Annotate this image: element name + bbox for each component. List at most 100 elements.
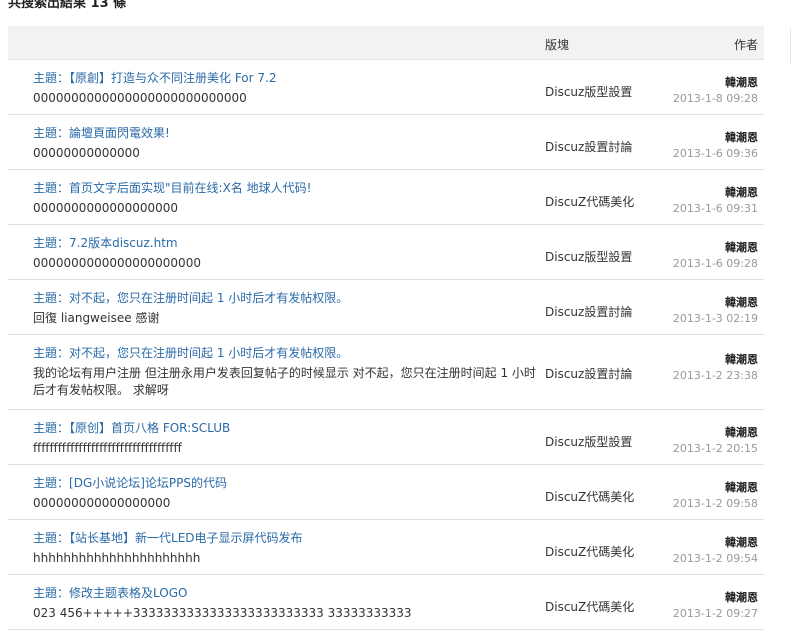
thread-title-link[interactable]: [DG小说论坛]论坛PPS的代码 <box>69 476 227 490</box>
subject-prefix: 主題： <box>33 346 70 360</box>
forum-link[interactable]: Discuz設置討論 <box>545 138 632 155</box>
author-cell: 韓潮恩 2013-1-6 09:28 <box>673 241 758 271</box>
forum-link[interactable]: Discuz版型設置 <box>545 248 632 265</box>
post-snippet: ffffffffffffffffffffffffffffffffffff <box>33 441 182 455</box>
post-snippet: 023 456+++++3333333333333333333333333 33… <box>33 606 412 620</box>
subject-prefix: 主題： <box>33 531 70 545</box>
table-row: 主題：[DG小说论坛]论坛PPS的代码 000000000000000000 Dis… <box>8 465 764 520</box>
subject-cell: 主題：首页文字后面实现"目前在线:X名 地球人代码! 00000000000000… <box>33 180 545 217</box>
subject-cell: 主題：【原創】打造与众不同注册美化 For 7.2 000000000000000… <box>33 70 545 107</box>
subject-cell: 主題：【站长基地】新一代LED电子显示屏代码发布 hhhhhhhhhhhhhhhh… <box>33 530 545 567</box>
subject-line: 主題：【站长基地】新一代LED电子显示屏代码发布 <box>33 530 545 546</box>
subject-prefix: 主題： <box>33 236 70 250</box>
results-list: 主題：【原創】打造与众不同注册美化 For 7.2 000000000000000… <box>8 60 764 630</box>
subject-line: 主題：对不起，您只在注册时间起 1 小时后才有发帖权限。 <box>33 345 545 361</box>
subject-prefix: 主題： <box>33 181 70 195</box>
table-row: 主題：【站长基地】新一代LED电子显示屏代码发布 hhhhhhhhhhhhhhhh… <box>8 520 764 575</box>
forum-link[interactable]: Discuz版型設置 <box>545 83 632 100</box>
author-link[interactable]: 韓潮恩 <box>673 296 758 310</box>
subject-cell: 主題：对不起，您只在注册时间起 1 小时后才有发帖权限。我的论坛有用户注册 但注… <box>33 345 545 399</box>
thread-title-link[interactable]: 【站长基地】新一代LED电子显示屏代码发布 <box>69 531 303 545</box>
author-cell: 韓潮恩 2013-1-2 20:15 <box>673 426 758 456</box>
author-link[interactable]: 韓潮恩 <box>673 481 758 495</box>
author-cell: 韓潮恩 2013-1-8 09:28 <box>673 76 758 106</box>
post-time: 2013-1-2 09:27 <box>672 607 758 620</box>
thread-title-link[interactable]: 首页文字后面实现"目前在线:X名 地球人代码! <box>69 181 311 195</box>
subject-line: 主題：修改主题表格及LOGO <box>33 585 545 601</box>
subject-cell: 主題：7.2版本discuz.htm 0000000000000000000000 <box>33 235 545 272</box>
forum-link[interactable]: Discuz版型設置 <box>545 433 632 450</box>
subject-cell: 主題：論壇頁面閃電效果! 00000000000000 <box>33 125 545 162</box>
post-time: 2013-1-8 09:28 <box>672 92 758 105</box>
author-link[interactable]: 韓潮恩 <box>673 241 758 255</box>
subject-prefix: 主題： <box>33 71 70 85</box>
author-column-header: 作者 <box>733 38 758 52</box>
author-link[interactable]: 韓潮恩 <box>673 186 758 200</box>
table-row: 主題：对不起，您只在注册时间起 1 小时后才有发帖权限。 回復 liangweis… <box>8 280 764 335</box>
subject-prefix: 主題： <box>33 586 70 600</box>
forum-link[interactable]: Discuz設置討論 <box>545 303 632 320</box>
subject-cell: 主題：【原创】首页八格 FOR:SCLUB fffffffffffffffffff… <box>33 420 545 457</box>
search-results-table: 版塊 作者 主題：【原創】打造与众不同注册美化 For 7.2 000000000… <box>8 26 764 630</box>
table-row: 主題：【原創】打造与众不同注册美化 For 7.2 000000000000000… <box>8 60 764 115</box>
post-time: 2013-1-2 09:54 <box>672 552 758 565</box>
author-link[interactable]: 韓潮恩 <box>673 426 758 440</box>
table-header: 版塊 作者 <box>8 26 764 60</box>
forum-link[interactable]: DiscuZ代碼美化 <box>545 543 634 560</box>
post-time: 2013-1-6 09:28 <box>672 257 758 270</box>
subject-cell: 主題：[DG小说论坛]论坛PPS的代码 000000000000000000 <box>33 475 545 512</box>
author-cell: 韓潮恩 2013-1-2 23:38 <box>673 353 758 383</box>
thread-title-link[interactable]: 【原創】打造与众不同注册美化 For 7.2 <box>69 71 276 85</box>
scrollbar-edge <box>790 28 796 64</box>
table-row: 主題：对不起，您只在注册时间起 1 小时后才有发帖权限。我的论坛有用户注册 但注… <box>8 335 764 410</box>
post-snippet: 0000000000000000000000000000 <box>33 91 247 105</box>
subject-line: 主題：对不起，您只在注册时间起 1 小时后才有发帖权限。 <box>33 290 545 306</box>
forum-link[interactable]: Discuz設置討論 <box>545 365 632 382</box>
post-time: 2013-1-6 09:36 <box>672 147 758 160</box>
table-row: 主題：7.2版本discuz.htm 0000000000000000000000… <box>8 225 764 280</box>
post-snippet: 0000000000000000000 <box>33 201 179 215</box>
forum-link[interactable]: DiscuZ代碼美化 <box>545 598 634 615</box>
forum-column-header: 版塊 <box>545 38 570 52</box>
forum-link[interactable]: DiscuZ代碼美化 <box>545 193 634 210</box>
author-cell: 韓潮恩 2013-1-2 09:27 <box>673 591 758 621</box>
subject-prefix: 主題： <box>33 291 70 305</box>
post-time: 2013-1-2 23:38 <box>672 369 758 382</box>
subject-line: 主題：【原創】打造与众不同注册美化 For 7.2 <box>33 70 545 86</box>
subject-prefix: 主題： <box>33 126 70 140</box>
author-cell: 韓潮恩 2013-1-2 09:58 <box>673 481 758 511</box>
thread-title-link[interactable]: 对不起，您只在注册时间起 1 小时后才有发帖权限。 <box>69 346 348 360</box>
results-count-heading: 共搜索出結果 13 條 <box>8 0 127 11</box>
post-time: 2013-1-2 20:15 <box>672 442 758 455</box>
thread-title-link[interactable]: 修改主题表格及LOGO <box>69 586 187 600</box>
post-snippet: 回復 liangweisee 感谢 <box>33 311 160 325</box>
subject-prefix: 主題： <box>33 476 70 490</box>
author-link[interactable]: 韓潮恩 <box>673 131 758 145</box>
post-snippet: 我的论坛有用户注册 但注册永用户发表回复帖子的时候显示 对不起，您只在注册时间起… <box>33 366 536 397</box>
post-time: 2013-1-2 09:58 <box>672 497 758 510</box>
author-cell: 韓潮恩 2013-1-3 02:19 <box>673 296 758 326</box>
author-link[interactable]: 韓潮恩 <box>673 76 758 90</box>
subject-line: 主題：首页文字后面实现"目前在线:X名 地球人代码! <box>33 180 545 196</box>
subject-cell: 主題：对不起，您只在注册时间起 1 小时后才有发帖权限。 回復 liangweis… <box>33 290 545 327</box>
table-row: 主題：修改主题表格及LOGO 023 456+++++33333333333333… <box>8 575 764 630</box>
author-cell: 韓潮恩 2013-1-6 09:31 <box>673 186 758 216</box>
post-snippet: 000000000000000000 <box>33 496 171 510</box>
subject-prefix: 主題： <box>33 421 70 435</box>
thread-title-link[interactable]: 7.2版本discuz.htm <box>69 236 178 250</box>
author-cell: 韓潮恩 2013-1-6 09:36 <box>673 131 758 161</box>
author-cell: 韓潮恩 2013-1-2 09:54 <box>673 536 758 566</box>
subject-line: 主題：論壇頁面閃電效果! <box>33 125 545 141</box>
subject-cell: 主題：修改主题表格及LOGO 023 456+++++33333333333333… <box>33 585 545 622</box>
table-row: 主題：論壇頁面閃電效果! 00000000000000 Discuz設置討論 韓潮恩 2… <box>8 115 764 170</box>
forum-link[interactable]: DiscuZ代碼美化 <box>545 488 634 505</box>
subject-line: 主題：7.2版本discuz.htm <box>33 235 545 251</box>
subject-line: 主題：[DG小说论坛]论坛PPS的代码 <box>33 475 545 491</box>
thread-title-link[interactable]: 【原创】首页八格 FOR:SCLUB <box>69 421 230 435</box>
thread-title-link[interactable]: 对不起，您只在注册时间起 1 小时后才有发帖权限。 <box>69 291 348 305</box>
author-link[interactable]: 韓潮恩 <box>673 353 758 367</box>
author-link[interactable]: 韓潮恩 <box>673 591 758 605</box>
post-time: 2013-1-6 09:31 <box>672 202 758 215</box>
thread-title-link[interactable]: 論壇頁面閃電效果! <box>69 126 170 140</box>
author-link[interactable]: 韓潮恩 <box>673 536 758 550</box>
